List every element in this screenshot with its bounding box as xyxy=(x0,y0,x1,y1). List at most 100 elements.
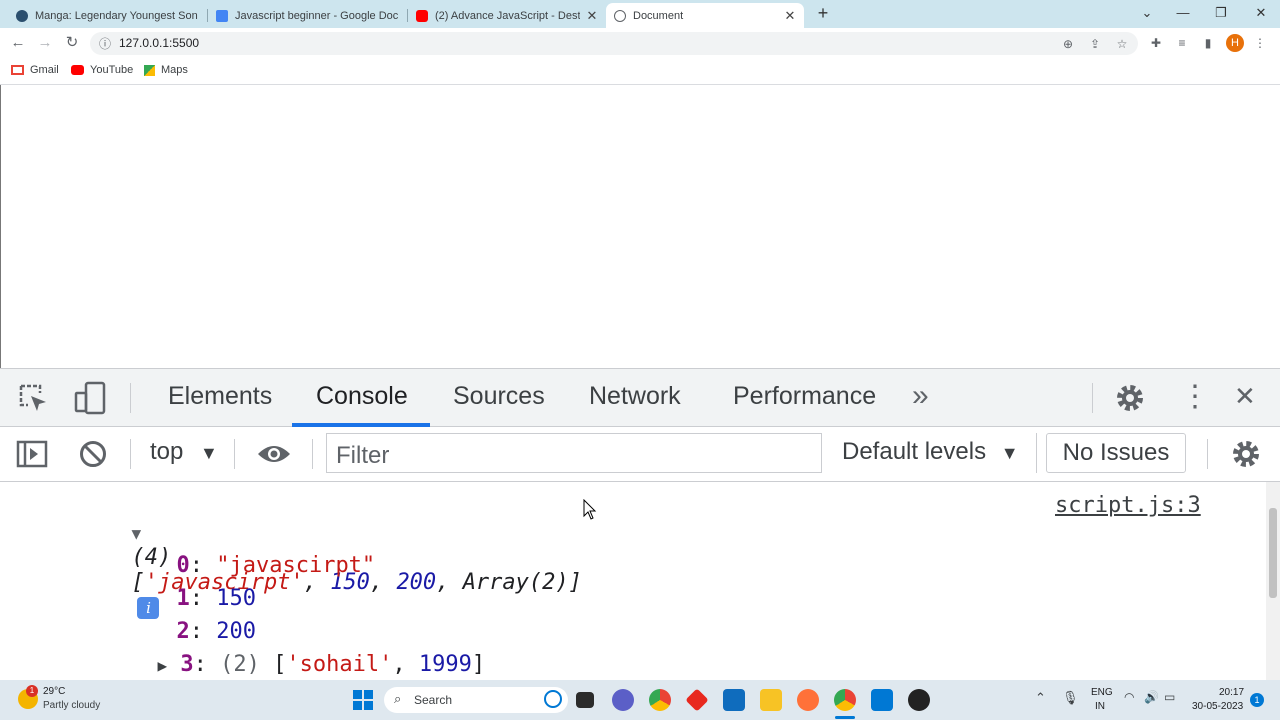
tab-network[interactable]: Network xyxy=(589,382,681,411)
app-icon[interactable] xyxy=(685,688,709,712)
tab-search-icon[interactable]: ⌄ xyxy=(1134,4,1160,22)
mouse-cursor-icon xyxy=(583,499,597,520)
minimize-button[interactable]: — xyxy=(1170,4,1196,22)
gmail-icon xyxy=(11,65,24,75)
bing-icon xyxy=(544,690,562,708)
volume-icon[interactable]: 🔊 xyxy=(1144,690,1159,704)
new-tab-button[interactable]: + xyxy=(810,4,836,22)
bookmark-star-icon[interactable]: ☆ xyxy=(1114,36,1130,52)
address-bar[interactable]: ⓘ 127.0.0.1:5500 ⊕ ⇪ ☆ xyxy=(90,32,1138,55)
site-info-icon[interactable]: ⓘ xyxy=(97,36,113,52)
log-levels-dropdown[interactable]: Default levels ▼ xyxy=(842,438,1019,466)
bookmark-label: Maps xyxy=(161,64,188,76)
divider xyxy=(1036,433,1037,473)
more-tabs-icon[interactable]: » xyxy=(912,379,929,413)
file-explorer-icon[interactable] xyxy=(760,689,782,711)
tab-sources[interactable]: Sources xyxy=(453,382,545,411)
divider xyxy=(1207,439,1208,469)
reload-icon[interactable]: ↻ xyxy=(62,33,82,53)
firefox-icon[interactable] xyxy=(797,689,819,711)
settings-gear-icon[interactable] xyxy=(1114,382,1146,414)
bookmark-gmail[interactable]: Gmail xyxy=(11,64,59,76)
bookmark-maps[interactable]: Maps xyxy=(144,64,188,76)
zoom-icon[interactable]: ⊕ xyxy=(1060,36,1076,52)
tab-youtube[interactable]: (2) Advance JavaScript - Destructu ✕ xyxy=(408,3,606,28)
profile-avatar[interactable]: H xyxy=(1226,34,1244,52)
dropdown-arrow-icon: ▼ xyxy=(1000,443,1019,463)
device-toolbar-icon[interactable] xyxy=(74,381,108,415)
inspect-element-icon[interactable] xyxy=(18,383,50,415)
tab-document[interactable]: Document ✕ xyxy=(606,3,804,28)
vscode-icon[interactable] xyxy=(871,689,893,711)
maps-icon xyxy=(144,64,155,76)
youtube-icon xyxy=(71,65,84,75)
close-tab-icon[interactable]: ✕ xyxy=(784,8,796,24)
tab-title: Manga: Legendary Youngest Son xyxy=(35,9,198,22)
summary-item: Array(2) xyxy=(462,570,569,595)
context-label: top xyxy=(150,438,184,465)
task-view-icon[interactable] xyxy=(576,692,594,708)
tab-title: (2) Advance JavaScript - Destructu xyxy=(435,9,580,22)
search-icon: ⌕ xyxy=(394,691,402,706)
google-docs-icon xyxy=(216,9,228,22)
back-arrow-icon[interactable]: ← xyxy=(8,33,28,53)
globe-icon xyxy=(614,9,626,22)
issues-button[interactable]: No Issues xyxy=(1046,433,1186,473)
dropdown-arrow-icon: ▼ xyxy=(200,443,218,463)
divider xyxy=(130,383,131,413)
notification-badge[interactable]: 1 xyxy=(1250,693,1264,707)
maximize-button[interactable]: ❐ xyxy=(1208,4,1234,22)
windows-taskbar: 1 29°C Partly cloudy ⌕ Search ⌃ 🎙 ENG IN… xyxy=(0,680,1280,720)
obs-icon[interactable] xyxy=(908,689,930,711)
teams-chat-icon[interactable] xyxy=(612,689,634,711)
taskbar-search-box[interactable]: ⌕ Search xyxy=(384,687,568,713)
tab-performance[interactable]: Performance xyxy=(733,382,876,411)
bookmark-label: YouTube xyxy=(90,64,134,76)
tab-console[interactable]: Console xyxy=(316,382,408,411)
windows-start-icon[interactable] xyxy=(352,689,374,711)
devtools-tab-bar: Elements Console Sources Network Perform… xyxy=(0,369,1280,427)
live-expression-eye-icon[interactable] xyxy=(256,443,292,465)
side-panel-icon[interactable]: ▮ xyxy=(1200,35,1216,51)
language-top[interactable]: ENG xyxy=(1091,687,1113,698)
weather-temperature: 29°C xyxy=(43,686,66,697)
tab-manga[interactable]: Manga: Legendary Youngest Son xyxy=(8,3,206,28)
tab-elements[interactable]: Elements xyxy=(168,382,272,411)
scrollbar-thumb[interactable] xyxy=(1269,508,1277,598)
console-settings-gear-icon[interactable] xyxy=(1230,438,1262,470)
divider xyxy=(234,439,235,469)
kebab-menu-icon[interactable]: ⋮ xyxy=(1180,379,1210,414)
url-text: 127.0.0.1:5500 xyxy=(119,36,200,50)
bookmark-youtube[interactable]: YouTube xyxy=(71,64,133,76)
tab-google-doc[interactable]: Javascript beginner - Google Doc xyxy=(208,3,406,28)
devtools-panel: Elements Console Sources Network Perform… xyxy=(0,368,1280,681)
console-filter-input[interactable]: Filter xyxy=(326,433,822,473)
mail-icon[interactable] xyxy=(723,689,745,711)
close-window-button[interactable]: ✕ xyxy=(1248,4,1274,22)
array-length-entry: length: 4 xyxy=(97,660,296,681)
browser-toolbar: ← → ↻ ⓘ 127.0.0.1:5500 ⊕ ⇪ ☆ ✚ ≡ ▮ H ⋮ xyxy=(0,28,1280,58)
console-scrollbar[interactable] xyxy=(1266,482,1280,681)
clear-console-icon[interactable] xyxy=(78,439,108,469)
source-link[interactable]: script.js:3 xyxy=(1055,493,1201,518)
menu-icon[interactable]: ⋮ xyxy=(1252,35,1268,51)
console-toolbar: top ▼ Filter Default levels ▼ No Issues xyxy=(0,427,1280,482)
reading-list-icon[interactable]: ≡ xyxy=(1174,35,1190,51)
chevron-up-icon[interactable]: ⌃ xyxy=(1035,690,1046,706)
clock-time[interactable]: 20:17 xyxy=(1219,687,1244,698)
extensions-icon[interactable]: ✚ xyxy=(1148,35,1164,51)
battery-icon[interactable]: ▭ xyxy=(1164,690,1175,704)
language-bottom[interactable]: IN xyxy=(1095,701,1105,712)
chrome-profile-icon[interactable] xyxy=(834,689,856,711)
microphone-icon[interactable]: 🎙 xyxy=(1062,690,1079,706)
site-icon xyxy=(16,9,28,22)
forward-arrow-icon[interactable]: → xyxy=(35,33,55,53)
context-selector[interactable]: top ▼ xyxy=(150,438,218,466)
share-icon[interactable]: ⇪ xyxy=(1087,36,1103,52)
close-devtools-icon[interactable]: ✕ xyxy=(1234,381,1256,412)
sidebar-toggle-icon[interactable] xyxy=(16,440,48,468)
chrome-icon[interactable] xyxy=(649,689,671,711)
close-tab-icon[interactable]: ✕ xyxy=(586,8,598,24)
clock-date[interactable]: 30-05-2023 xyxy=(1192,701,1243,712)
wifi-icon[interactable]: ◠ xyxy=(1124,690,1134,704)
